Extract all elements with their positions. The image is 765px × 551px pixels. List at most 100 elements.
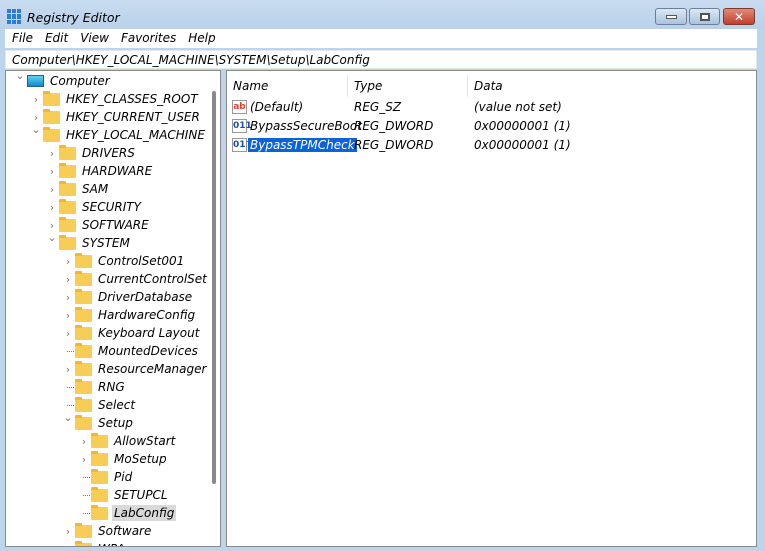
tree-item-label: SETUPCL	[114, 488, 168, 502]
tree-connector	[83, 477, 90, 478]
value-type: REG_DWORD	[354, 138, 434, 152]
chevron-right-icon[interactable]: ›	[47, 201, 57, 214]
chevron-down-icon[interactable]: ⌄	[15, 71, 25, 82]
tree-item-setupcl[interactable]: SETUPCL	[83, 486, 170, 504]
tree-item-controlset001[interactable]: › ControlSet001	[66, 252, 186, 270]
value-row[interactable]: 011 BypassSecureBoot REG_DWORD 0x00000001 (…	[230, 116, 750, 135]
tree-item-drivers[interactable]: › DRIVERS	[50, 144, 137, 162]
chevron-right-icon[interactable]: ›	[47, 147, 57, 160]
tree-item-mounteddevices[interactable]: MountedDevices	[67, 342, 200, 360]
minimize-button[interactable]	[655, 8, 687, 25]
value-data: (value not set)	[474, 100, 562, 114]
tree-item-hkey-local-machine[interactable]: ⌄ HKEY_LOCAL_MACHINE	[31, 123, 207, 144]
tree-item-label: MoSetup	[114, 452, 167, 466]
chevron-right-icon[interactable]: ›	[79, 435, 89, 448]
chevron-right-icon[interactable]: ›	[31, 93, 41, 106]
folder-icon	[43, 90, 60, 106]
chevron-right-icon[interactable]: ›	[79, 453, 89, 466]
tree-item-labconfig[interactable]: LabConfig	[83, 504, 177, 522]
tree-item-hkey-classes-root[interactable]: › HKEY_CLASSES_ROOT	[34, 90, 200, 108]
tree-item-security[interactable]: › SECURITY	[50, 198, 143, 216]
chevron-right-icon[interactable]: ›	[63, 273, 73, 286]
folder-icon	[75, 378, 92, 394]
tree-item-mosetup[interactable]: › MoSetup	[82, 450, 169, 468]
binary-value-icon: 011	[232, 119, 252, 133]
tree-item-label: HARDWARE	[82, 164, 153, 178]
tree-item-label: LabConfig	[112, 505, 177, 521]
folder-icon	[59, 216, 76, 232]
maximize-button[interactable]	[689, 8, 720, 25]
tree-item-currentcontrolset[interactable]: › CurrentControlSet	[66, 270, 209, 288]
tree-item-resourcemanager[interactable]: › ResourceManager	[66, 360, 208, 378]
chevron-right-icon[interactable]: ›	[63, 525, 73, 538]
tree-item-label: HardwareConfig	[98, 308, 196, 322]
tree-item-hardwareconfig[interactable]: › HardwareConfig	[66, 306, 197, 324]
tree-item-setup[interactable]: ⌄ Setup	[63, 411, 135, 432]
folder-icon	[75, 252, 92, 268]
tree-item-hardware[interactable]: › HARDWARE	[50, 162, 154, 180]
chevron-down-icon[interactable]: ⌄	[47, 231, 57, 244]
tree-item-pid[interactable]: Pid	[83, 468, 134, 486]
value-name: BypassTPMCheck	[247, 137, 358, 153]
address-bar[interactable]: Computer\HKEY_LOCAL_MACHINE\SYSTEM\Setup…	[5, 50, 757, 69]
chevron-right-icon[interactable]: ›	[31, 111, 41, 124]
tree-item-select[interactable]: Select	[67, 396, 137, 414]
tree-item-label: AllowStart	[114, 434, 176, 448]
registry-tree: › WPA › Software LabConfig SETUPCL Pid › MoSetup…	[5, 70, 221, 547]
tree-item-hkey-current-user[interactable]: › HKEY_CURRENT_USER	[34, 108, 202, 126]
column-header-type[interactable]: Type	[348, 75, 468, 97]
tree-item-computer[interactable]: ⌄ Computer	[15, 71, 112, 90]
column-header-name[interactable]: Name	[227, 75, 348, 97]
tree-item-rng[interactable]: RNG	[67, 378, 127, 396]
tree-connector	[83, 495, 90, 496]
close-button[interactable]: ✕	[723, 8, 755, 25]
chevron-right-icon[interactable]: ›	[63, 291, 73, 304]
menu-favorites[interactable]: Favorites	[114, 29, 176, 48]
tree-item-sam[interactable]: › SAM	[50, 180, 110, 198]
chevron-right-icon[interactable]: ›	[47, 219, 57, 232]
tree-item-keyboard-layout[interactable]: › Keyboard Layout	[66, 324, 201, 342]
menu-help[interactable]: Help	[181, 29, 215, 48]
chevron-down-icon[interactable]: ⌄	[63, 411, 73, 424]
menu-file[interactable]: File	[5, 29, 33, 48]
chevron-right-icon[interactable]: ›	[63, 255, 73, 268]
folder-icon	[91, 468, 108, 484]
tree-item-label: DriverDatabase	[98, 290, 193, 304]
value-row[interactable]: 011 BypassTPMCheck REG_DWORD 0x00000001 (1)	[230, 135, 750, 154]
chevron-right-icon[interactable]: ›	[47, 183, 57, 196]
value-row[interactable]: ab (Default) REG_SZ (value not set)	[230, 97, 750, 116]
close-icon: ✕	[733, 9, 745, 24]
folder-icon	[75, 540, 92, 546]
tree-item-system[interactable]: ⌄ SYSTEM	[47, 231, 132, 252]
tree-item-allowstart[interactable]: › AllowStart	[82, 432, 177, 450]
chevron-down-icon[interactable]: ⌄	[31, 123, 41, 136]
menu-view[interactable]: View	[73, 29, 109, 48]
chevron-right-icon[interactable]: ›	[63, 309, 73, 322]
tree-item-software[interactable]: › Software	[66, 522, 153, 540]
folder-icon	[43, 126, 60, 142]
menu-edit[interactable]: Edit	[38, 29, 68, 48]
value-name: BypassSecureBoot	[250, 119, 362, 133]
column-header-data[interactable]: Data	[468, 75, 757, 97]
tree-item-software[interactable]: › SOFTWARE	[50, 216, 151, 234]
menu-bar: File Edit View Favorites Help	[5, 29, 757, 48]
tree-item-label: MountedDevices	[98, 344, 198, 358]
tree-item-wpa[interactable]: › WPA	[66, 540, 127, 546]
folder-icon	[59, 198, 76, 214]
minimize-icon	[665, 14, 677, 19]
value-name: (Default)	[250, 100, 304, 114]
tree-connector	[67, 351, 74, 352]
value-type: REG_DWORD	[354, 119, 434, 133]
tree-item-label: Software	[98, 524, 152, 538]
tree-scrollbar[interactable]	[209, 71, 220, 546]
chevron-right-icon[interactable]: ›	[47, 165, 57, 178]
folder-icon	[75, 288, 92, 304]
chevron-right-icon[interactable]: ›	[63, 327, 73, 340]
folder-icon	[75, 270, 92, 286]
maximize-icon	[699, 12, 710, 21]
folder-icon	[43, 108, 60, 124]
tree-scrollbar-thumb[interactable]	[212, 91, 216, 484]
chevron-right-icon[interactable]: ›	[63, 363, 73, 376]
chevron-right-icon[interactable]: ›	[63, 543, 73, 547]
tree-item-driverdatabase[interactable]: › DriverDatabase	[66, 288, 194, 306]
